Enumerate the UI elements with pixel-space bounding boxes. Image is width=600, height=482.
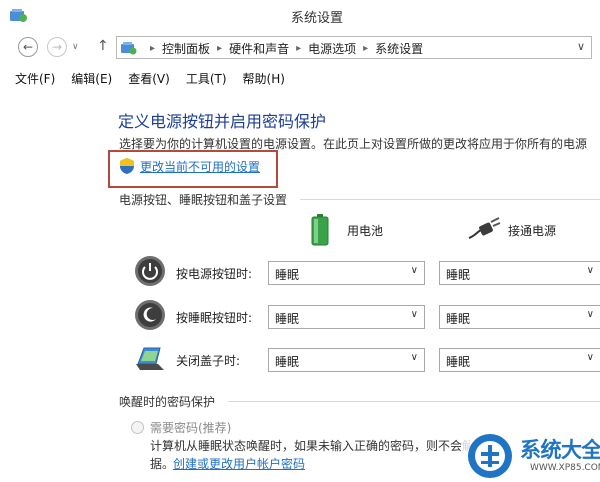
chevron-down-icon: ∨ xyxy=(586,309,594,320)
forward-button[interactable]: → xyxy=(47,37,67,57)
watermark-url: WWW.XP85.COM xyxy=(530,463,600,473)
back-button[interactable]: ← xyxy=(18,37,38,57)
address-bar[interactable]: ▸ 控制面板 ▸ 硬件和声音 ▸ 电源选项 ▸ 系统设置 ∨ xyxy=(116,36,592,59)
watermark-title: 系统大全 xyxy=(520,438,600,462)
chevron-down-icon: ∨ xyxy=(586,352,594,363)
control-panel-icon xyxy=(121,42,137,55)
breadcrumb-separator-icon[interactable]: ▸ xyxy=(217,43,222,54)
require-password-label: 需要密码(推荐) xyxy=(150,421,232,435)
navigation-bar: ← → ∨ ↑ ▸ 控制面板 ▸ 硬件和声音 ▸ 电源选项 ▸ 系统设置 ∨ xyxy=(0,34,600,62)
select-value: 睡眠 xyxy=(275,355,300,369)
power-plug-icon xyxy=(468,217,501,239)
power-button-icon xyxy=(135,256,165,286)
select-value: 睡眠 xyxy=(275,268,300,282)
select-value: 睡眠 xyxy=(446,268,471,282)
menu-bar: 文件(F) 编辑(E) 查看(V) 工具(T) 帮助(H) xyxy=(0,66,600,88)
breadcrumb-item[interactable]: 硬件和声音 xyxy=(229,40,289,57)
description-continuation: 据。 xyxy=(150,457,175,471)
up-level-button[interactable]: ↑ xyxy=(97,38,109,54)
section-divider xyxy=(228,401,600,402)
select-value: 睡眠 xyxy=(446,312,471,326)
chevron-down-icon: ∨ xyxy=(410,265,418,276)
require-password-description: 计算机从睡眠状态唤醒时，如果未输入正确的密码，则不会解锁计算机 xyxy=(150,439,470,453)
power-buttons-section-label: 电源按钮、睡眠按钮和盖子设置 xyxy=(119,193,288,207)
wakeup-password-section-label: 唤醒时的密码保护 xyxy=(119,395,216,409)
close-lid-plugged-select[interactable]: 睡眠 ∨ xyxy=(439,348,600,372)
uac-shield-icon xyxy=(120,158,134,174)
sleep-button-plugged-select[interactable]: 睡眠 ∨ xyxy=(439,305,600,329)
chevron-down-icon: ∨ xyxy=(410,309,418,320)
breadcrumb-separator-icon[interactable]: ▸ xyxy=(296,43,301,54)
menu-file[interactable]: 文件(F) xyxy=(15,66,55,88)
chevron-down-icon: ∨ xyxy=(410,352,418,363)
sleep-button-battery-select[interactable]: 睡眠 ∨ xyxy=(268,305,425,329)
close-lid-label: 关闭盖子时: xyxy=(176,354,241,368)
breadcrumb-separator-icon: ▸ xyxy=(150,43,156,54)
close-lid-battery-select[interactable]: 睡眠 ∨ xyxy=(268,348,425,372)
section-divider xyxy=(300,199,600,200)
battery-icon xyxy=(311,214,329,246)
plugged-in-column-label: 接通电源 xyxy=(508,224,557,238)
sleep-button-icon xyxy=(135,300,165,330)
back-arrow-icon: ← xyxy=(22,40,34,54)
power-button-label: 按电源按钮时: xyxy=(176,267,253,281)
menu-tools[interactable]: 工具(T) xyxy=(186,66,227,88)
forward-arrow-icon: → xyxy=(51,40,63,54)
select-value: 睡眠 xyxy=(275,312,300,326)
breadcrumb-item[interactable]: 系统设置 xyxy=(375,40,423,57)
watermark: 系统大全 WWW.XP85.COM xyxy=(462,430,600,482)
menu-edit[interactable]: 编辑(E) xyxy=(71,66,112,88)
address-dropdown-icon[interactable]: ∨ xyxy=(577,40,585,53)
user-account-password-link[interactable]: 创建或更改用户帐户密码 xyxy=(173,455,305,472)
recent-pages-button[interactable]: ∨ xyxy=(72,42,79,52)
change-settings-link[interactable]: 更改当前不可用的设置 xyxy=(140,158,260,175)
select-value: 睡眠 xyxy=(446,355,471,369)
chevron-down-icon: ∨ xyxy=(586,265,594,276)
menu-view[interactable]: 查看(V) xyxy=(128,66,170,88)
laptop-lid-icon xyxy=(136,347,164,370)
battery-column-label: 用电池 xyxy=(347,224,384,238)
page-title: 定义电源按钮并启用密码保护 xyxy=(118,112,327,131)
require-password-radio[interactable] xyxy=(131,421,144,434)
sleep-button-label: 按睡眠按钮时: xyxy=(176,311,253,325)
breadcrumb-separator-icon[interactable]: ▸ xyxy=(363,43,368,54)
power-button-plugged-select[interactable]: 睡眠 ∨ xyxy=(439,261,600,285)
breadcrumb-item[interactable]: 控制面板 xyxy=(162,40,210,57)
watermark-logo-icon xyxy=(468,434,512,478)
title-bar: 系统设置 xyxy=(0,0,600,30)
power-button-battery-select[interactable]: 睡眠 ∨ xyxy=(268,261,425,285)
menu-help[interactable]: 帮助(H) xyxy=(243,66,285,88)
breadcrumb-item[interactable]: 电源选项 xyxy=(308,40,356,57)
breadcrumb: ▸ 控制面板 ▸ 硬件和声音 ▸ 电源选项 ▸ 系统设置 xyxy=(143,40,423,57)
window-title: 系统设置 xyxy=(290,11,343,26)
